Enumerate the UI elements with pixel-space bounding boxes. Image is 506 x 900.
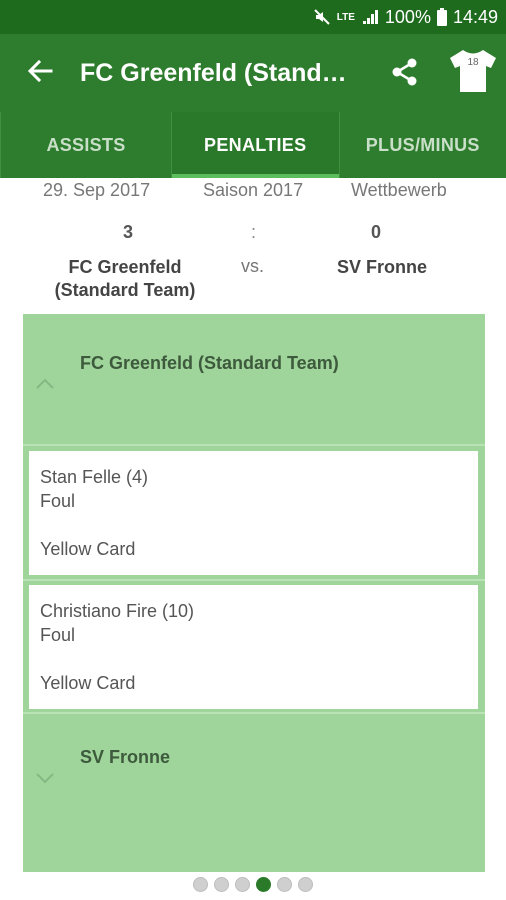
penalties-list: FC Greenfeld (Standard Team) Stan Felle … [23,314,485,872]
tab-bar: ASSISTS PENALTIES PLUS/MINUS [0,112,506,178]
page-dot-active[interactable] [256,877,271,892]
jersey-button[interactable]: 18 [447,48,499,98]
status-bar: LTE 100% 14:49 [0,0,506,34]
battery-icon [436,8,447,26]
group-title: FC Greenfeld (Standard Team) [80,353,339,373]
app-bar: FC Greenfeld (Stand… 18 [0,34,506,112]
chevron-down-icon [35,771,55,785]
penalty-reason: Foul [40,491,76,511]
share-button[interactable] [385,54,425,94]
signal-icon [361,8,379,26]
tab-label: ASSISTS [46,134,126,155]
penalty-card[interactable]: Stan Felle (4) Foul Yellow Card [29,451,478,575]
mute-icon [313,8,331,26]
penalty-card-type: Yellow Card [40,539,136,559]
clock: 14:49 [452,6,498,27]
match-competition: Wettbewerb [351,180,447,200]
match-meta: 29. Sep 2017 Saison 2017 Wettbewerb [0,180,506,206]
vs-label: vs. [241,256,265,276]
page-dot[interactable] [277,877,292,892]
penalty-player: Christiano Fire (10) [40,601,195,621]
jersey-number: 18 [467,57,479,68]
away-team-name: SV Fronne [336,257,427,277]
page-dot[interactable] [193,877,208,892]
tab-assists[interactable]: ASSISTS [0,112,171,178]
group-header-home[interactable]: FC Greenfeld (Standard Team) [23,314,485,444]
tab-label: PLUS/MINUS [365,134,480,155]
match-season: Saison 2017 [203,180,304,200]
home-team-name: FC Greenfeld (Standard Team) [54,257,196,300]
match-date: 29. Sep 2017 [43,180,151,200]
score-separator: : [251,222,257,242]
away-score: 0 [371,222,382,242]
page-indicator [0,877,506,895]
share-icon [390,57,420,92]
back-button[interactable] [0,34,80,112]
penalty-card-type: Yellow Card [40,673,136,693]
page-title: FC Greenfeld (Stand… [80,58,347,87]
home-score: 3 [123,222,134,242]
penalty-reason: Foul [40,625,76,645]
score-row: 3 : 0 [0,222,506,246]
back-arrow-icon [27,59,53,88]
divider [23,444,485,446]
tab-penalties[interactable]: PENALTIES [171,112,339,178]
tab-label: PENALTIES [204,134,307,155]
chevron-up-icon [35,377,55,391]
page-dot[interactable] [298,877,313,892]
group-header-away[interactable]: SV Fronne [23,714,485,844]
penalty-player: Stan Felle (4) [40,467,149,487]
match-content: 29. Sep 2017 Saison 2017 Wettbewerb 3 : … [0,178,506,900]
divider [23,579,485,581]
group-title: SV Fronne [80,747,171,767]
tab-plus-minus[interactable]: PLUS/MINUS [338,112,506,178]
battery-percent: 100% [384,6,431,27]
page-dot[interactable] [235,877,250,892]
page-dot[interactable] [214,877,229,892]
penalty-card[interactable]: Christiano Fire (10) Foul Yellow Card [29,585,478,709]
lte-label: LTE [336,11,355,23]
jersey-icon [448,48,498,99]
